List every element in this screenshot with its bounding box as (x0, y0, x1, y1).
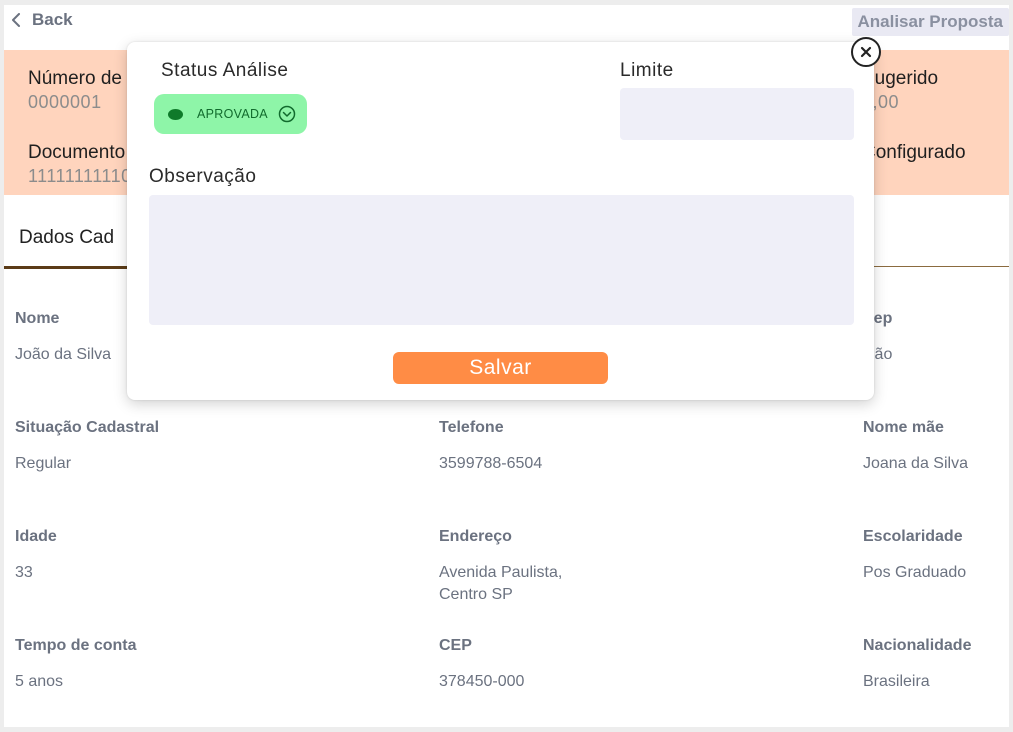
tempo-conta-value: 5 anos (15, 673, 64, 690)
field-telefone: Telefone 3599788-6504 (439, 419, 542, 475)
back-label: Back (32, 10, 73, 29)
analysis-modal: Status Análise APROVADA Limite Observaçã… (127, 37, 881, 400)
tab-active-indicator (4, 266, 129, 269)
endereco-line1: Avenida Paulista, (439, 564, 563, 581)
field-nacionalidade: Nacionalidade Brasileira (863, 637, 971, 693)
field-idade: Idade 33 (15, 528, 57, 584)
nacionalidade-label: Nacionalidade (863, 637, 972, 654)
limite-label: Limite (620, 60, 674, 81)
telefone-value: 3599788-6504 (439, 455, 543, 472)
observacao-textarea[interactable] (149, 195, 854, 325)
field-tempo-conta: Tempo de conta 5 anos (15, 637, 137, 693)
status-analise-label: Status Análise (161, 60, 289, 81)
summary-documento: Documento 11111111110 (28, 142, 132, 187)
close-button[interactable] (851, 37, 881, 67)
nacionalidade-value: Brasileira (863, 673, 930, 690)
field-nome-mae: Nome mãe Joana da Silva (863, 419, 968, 475)
endereco-value: Avenida Paulista, Centro SP (439, 562, 562, 606)
app-frame: Back Analisar Proposta Número de 0000001… (4, 5, 1009, 727)
endereco-label: Endereço (439, 528, 512, 545)
field-nome: Nome João da Silva (15, 310, 111, 366)
situacao-label: Situação Cadastral (15, 419, 160, 436)
endereco-line2: Centro SP (439, 586, 513, 603)
escolaridade-value: Pos Graduado (863, 564, 967, 581)
analyze-proposal-button[interactable]: Analisar Proposta (851, 8, 1009, 36)
configurado-label: Configurado (862, 142, 966, 163)
save-button[interactable]: Salvar (393, 352, 608, 384)
telefone-label: Telefone (439, 419, 504, 436)
summary-configurado: Configurado (862, 142, 966, 164)
chevron-down-icon (278, 105, 296, 123)
nome-mae-label: Nome mãe (863, 419, 944, 436)
documento-label: Documento (28, 142, 126, 163)
idade-label: Idade (15, 528, 57, 545)
situacao-value: Regular (15, 455, 72, 472)
chevron-left-icon (12, 13, 20, 27)
summary-numero: Número de 0000001 (28, 68, 122, 113)
nome-label: Nome (15, 310, 60, 327)
cep-label: CEP (439, 637, 472, 654)
documento-value: 11111111110 (28, 166, 132, 186)
status-select[interactable]: APROVADA (154, 94, 307, 134)
escolaridade-label: Escolaridade (863, 528, 963, 545)
tab-dados-cadastrais[interactable]: Dados Cad (19, 227, 114, 249)
observacao-label: Observação (149, 166, 257, 187)
status-value: APROVADA (197, 107, 268, 121)
nome-value: João da Silva (15, 346, 112, 363)
field-situacao: Situação Cadastral Regular (15, 419, 159, 475)
cep-value: 378450-000 (439, 673, 525, 690)
nome-mae-value: Joana da Silva (863, 455, 968, 472)
numero-value: 0000001 (28, 92, 102, 112)
back-button[interactable]: Back (10, 10, 73, 30)
field-cep: CEP 378450-000 (439, 637, 524, 693)
close-icon (860, 46, 872, 58)
tempo-conta-label: Tempo de conta (15, 637, 137, 654)
field-endereco: Endereço Avenida Paulista, Centro SP (439, 528, 562, 606)
status-dot-icon (168, 108, 183, 120)
field-escolaridade: Escolaridade Pos Graduado (863, 528, 966, 584)
limite-input[interactable] (620, 88, 854, 140)
numero-label: Número de (28, 68, 122, 89)
idade-value: 33 (15, 564, 33, 581)
